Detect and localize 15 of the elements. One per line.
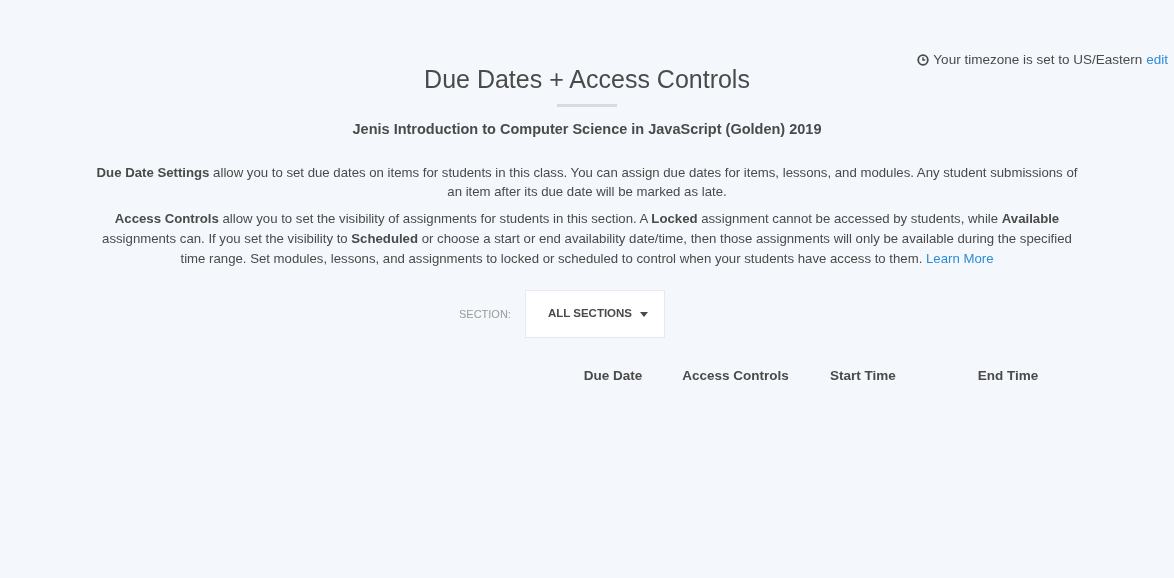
column-header: Start Time <box>829 366 897 385</box>
page-title: Due Dates + Access Controls <box>423 66 751 94</box>
timezone-text: Your timezone is set to US/Eastern <box>933 51 1143 69</box>
clock-icon <box>917 54 930 67</box>
column-header: Access Controls <box>681 366 790 385</box>
learn-more-link[interactable]: Learn More <box>926 250 994 266</box>
column-header: End Time <box>976 366 1040 385</box>
section-dropdown[interactable]: ALL SECTIONS <box>524 290 666 338</box>
caret-icon <box>640 311 649 317</box>
description-paragraph: Access Controls allow you to set the visibility of assignments for students in this section. A Locked assignment cannot be accessed by students, while Available assignments can. If you set the visibility to Scheduled or choose a start or end availability date/time, then those assignments will only be available during the specified time range. Set modules, lessons, and assignments to locked or scheduled to control when your students have access to them. Learn More <box>101 210 1073 268</box>
edit-link[interactable]: edit <box>1146 50 1168 71</box>
section-label: SECTION: <box>458 306 511 322</box>
description-paragraph: Due Date Settings allow you to set due dates on items for students in this class. You can assign due dates for items, lessons, and modules. Any student submissions of an item after its due date will be marked as late. <box>95 163 1079 202</box>
course-title: Jenis Introduction to Computer Science in JavaScript (Golden) 2019 <box>351 119 823 139</box>
column-header: Due Date <box>582 366 644 385</box>
